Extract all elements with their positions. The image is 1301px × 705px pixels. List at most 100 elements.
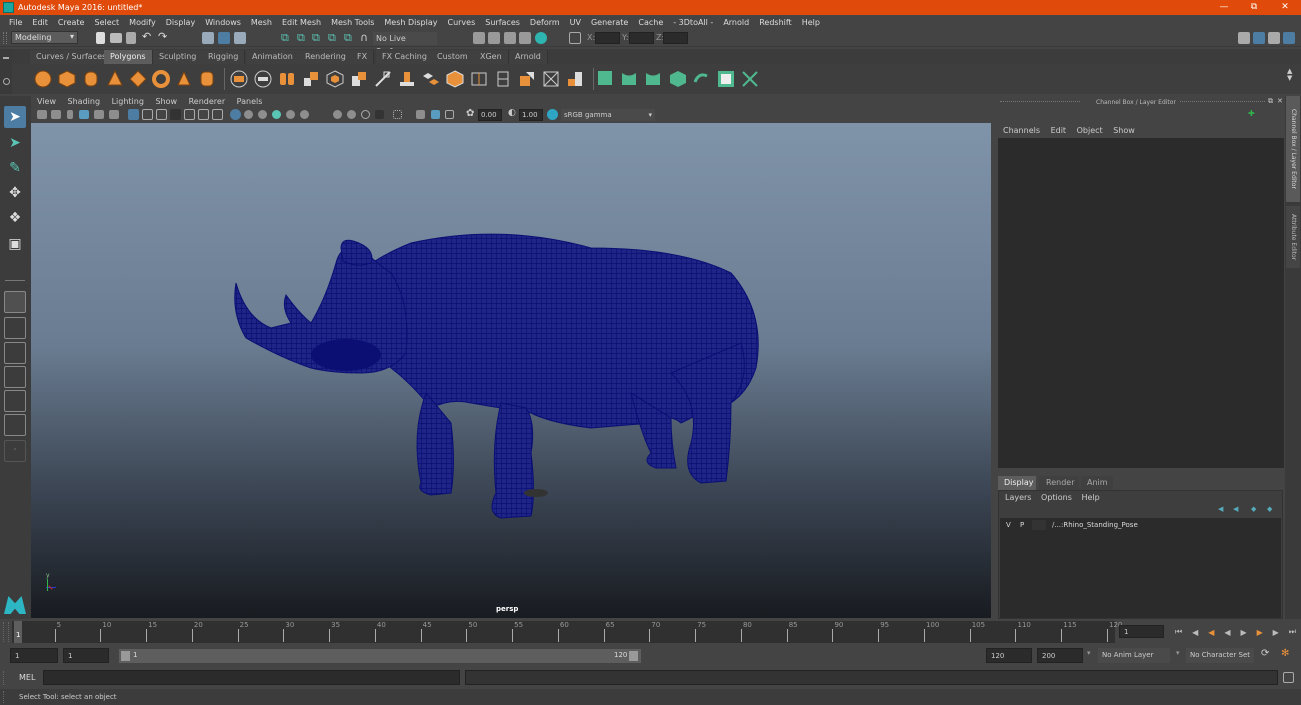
uv-automatic-icon[interactable] xyxy=(669,70,687,88)
rotate-tool-icon[interactable]: ❖ xyxy=(4,207,26,229)
menu-redshift[interactable]: Redshift xyxy=(754,18,796,27)
character-set-dropdown[interactable]: No Character Set xyxy=(1186,648,1254,663)
lasso-tool-icon[interactable]: ➤ xyxy=(4,132,26,154)
menu-file[interactable]: File xyxy=(4,18,27,27)
rhino-wireframe-mesh[interactable] xyxy=(31,123,991,618)
delete-edge-icon[interactable] xyxy=(566,70,584,88)
menu-mesh-tools[interactable]: Mesh Tools xyxy=(326,18,379,27)
command-line-grip[interactable] xyxy=(3,671,8,685)
move-tool-icon[interactable]: ✥ xyxy=(4,182,26,204)
layer-menu-help[interactable]: Help xyxy=(1081,493,1099,502)
menu-modify[interactable]: Modify xyxy=(124,18,161,27)
new-scene-icon[interactable] xyxy=(96,32,105,44)
range-slider[interactable]: 1 120 xyxy=(119,649,641,663)
poly-cone-icon[interactable] xyxy=(106,70,124,88)
layer-tab-display[interactable]: Display xyxy=(998,476,1036,490)
reduce-icon[interactable] xyxy=(326,70,344,88)
menu-select[interactable]: Select xyxy=(89,18,124,27)
poly-cylinder-icon[interactable] xyxy=(82,70,100,88)
layer-name[interactable]: ...:Rhino_Standing_Pose xyxy=(1054,518,1137,532)
channel-menu-object[interactable]: Object xyxy=(1077,126,1103,135)
snap-grid-icon[interactable]: ⧉ xyxy=(281,31,289,45)
live-surface-field[interactable]: No Live Surface xyxy=(373,32,437,56)
resolution-gate-icon[interactable] xyxy=(156,109,167,120)
layer-color-swatch[interactable] xyxy=(1032,520,1046,530)
poly-plane-icon[interactable] xyxy=(129,70,147,88)
append-polygon-icon[interactable] xyxy=(446,70,464,88)
anim-layer-chevron-icon[interactable]: ▾ xyxy=(1087,649,1091,657)
xray-components-icon[interactable] xyxy=(445,110,454,119)
snap-view-icon[interactable]: ⧉ xyxy=(328,31,336,45)
shelf-tab-curves-surfaces[interactable]: Curves / Surfaces xyxy=(30,50,114,64)
x-coordinate-field[interactable] xyxy=(595,32,620,44)
render-settings-icon[interactable] xyxy=(519,32,531,44)
viewport-menu-shading[interactable]: Shading xyxy=(68,97,101,106)
menu-edit[interactable]: Edit xyxy=(27,18,53,27)
float-panel-icon[interactable]: ⧉ xyxy=(1268,97,1273,106)
shelf-tab-sculpting[interactable]: Sculpting xyxy=(153,50,204,64)
current-time-indicator[interactable]: 1 xyxy=(14,621,22,643)
multi-cut-icon[interactable] xyxy=(494,70,512,88)
combine-icon[interactable] xyxy=(230,70,248,88)
snap-curve-icon[interactable]: ⧉ xyxy=(297,31,305,45)
layer-tab-anim[interactable]: Anim xyxy=(1081,476,1113,490)
select-hierarchy-icon[interactable] xyxy=(202,32,214,44)
paint-select-tool-icon[interactable]: ✎ xyxy=(4,157,26,179)
range-end-handle[interactable] xyxy=(629,651,638,661)
menu-create[interactable]: Create xyxy=(53,18,90,27)
viewport-menu-panels[interactable]: Panels xyxy=(237,97,263,106)
textured-icon[interactable] xyxy=(272,110,281,119)
remesh-icon[interactable] xyxy=(350,70,368,88)
perspective-viewport[interactable]: y persp xyxy=(31,123,991,618)
ipr-render-icon[interactable] xyxy=(504,32,516,44)
y-coordinate-field[interactable] xyxy=(629,32,654,44)
separate-icon[interactable] xyxy=(254,70,272,88)
render-view-icon[interactable] xyxy=(473,32,485,44)
channel-menu-channels[interactable]: Channels xyxy=(1003,126,1040,135)
2d-pan-zoom-icon[interactable] xyxy=(94,110,104,119)
side-tab-channel-box[interactable]: Channel Box / Layer Editor xyxy=(1286,96,1300,202)
insert-edge-loop-icon[interactable] xyxy=(470,70,488,88)
depth-of-field-icon[interactable] xyxy=(375,110,384,119)
menu-cache[interactable]: Cache xyxy=(633,18,668,27)
viewport-menu-show[interactable]: Show xyxy=(155,97,177,106)
animation-end-field[interactable]: 200 xyxy=(1037,648,1083,663)
uv-spherical-icon[interactable] xyxy=(645,70,663,88)
grid-icon[interactable] xyxy=(128,109,139,120)
shelf-tab-polygons[interactable]: Polygons xyxy=(104,50,153,64)
wireframe-icon[interactable] xyxy=(230,109,241,120)
shelf-tab-rendering[interactable]: Rendering xyxy=(299,50,353,64)
menu-curves[interactable]: Curves xyxy=(442,18,480,27)
snap-point-icon[interactable]: ⧉ xyxy=(312,31,320,45)
view-transform-dropdown[interactable]: sRGB gamma ▾ xyxy=(561,109,655,121)
current-frame-field[interactable]: 1 xyxy=(1119,625,1164,638)
layer-row[interactable]: V P ∕ ...:Rhino_Standing_Pose xyxy=(1000,518,1281,532)
poly-cube-icon[interactable] xyxy=(58,70,76,88)
color-management-icon[interactable] xyxy=(547,109,558,120)
step-back-frame-icon[interactable]: ◀ xyxy=(1192,628,1198,637)
shelf-menu-icon[interactable] xyxy=(3,57,9,59)
more-layouts-icon[interactable]: · xyxy=(4,440,26,462)
auto-key-icon[interactable]: ⟳ xyxy=(1261,648,1269,659)
safe-action-icon[interactable] xyxy=(198,109,209,120)
uv-checker-icon[interactable] xyxy=(717,70,735,88)
move-layer-up-icon[interactable]: ◀ xyxy=(1218,505,1223,513)
shelf-tab-fx[interactable]: FX xyxy=(351,50,375,64)
layer-menu-layers[interactable]: Layers xyxy=(1005,493,1031,502)
shelf-tab-custom[interactable]: Custom xyxy=(431,50,475,64)
scale-tool-icon[interactable]: ▣ xyxy=(4,233,26,255)
bookmark-icon[interactable] xyxy=(67,110,73,119)
gamma-field[interactable]: 1.00 xyxy=(519,109,543,121)
script-editor-icon[interactable] xyxy=(1283,672,1294,683)
magnet-icon[interactable]: ∩ xyxy=(360,31,368,44)
select-component-icon[interactable] xyxy=(234,32,246,44)
viewport-menu-view[interactable]: View xyxy=(37,97,56,106)
new-empty-layer-icon[interactable]: ◆ xyxy=(1251,505,1256,513)
persp-uv-layout-icon[interactable] xyxy=(4,390,26,412)
select-object-icon[interactable] xyxy=(218,32,230,44)
xray-joints-icon[interactable] xyxy=(431,110,440,119)
go-to-start-icon[interactable]: ⏮ xyxy=(1175,627,1182,637)
shelf-settings-icon[interactable] xyxy=(3,78,10,85)
side-tab-attribute-editor[interactable]: Attribute Editor xyxy=(1286,206,1300,268)
layer-visibility-toggle[interactable]: V xyxy=(1000,518,1016,532)
